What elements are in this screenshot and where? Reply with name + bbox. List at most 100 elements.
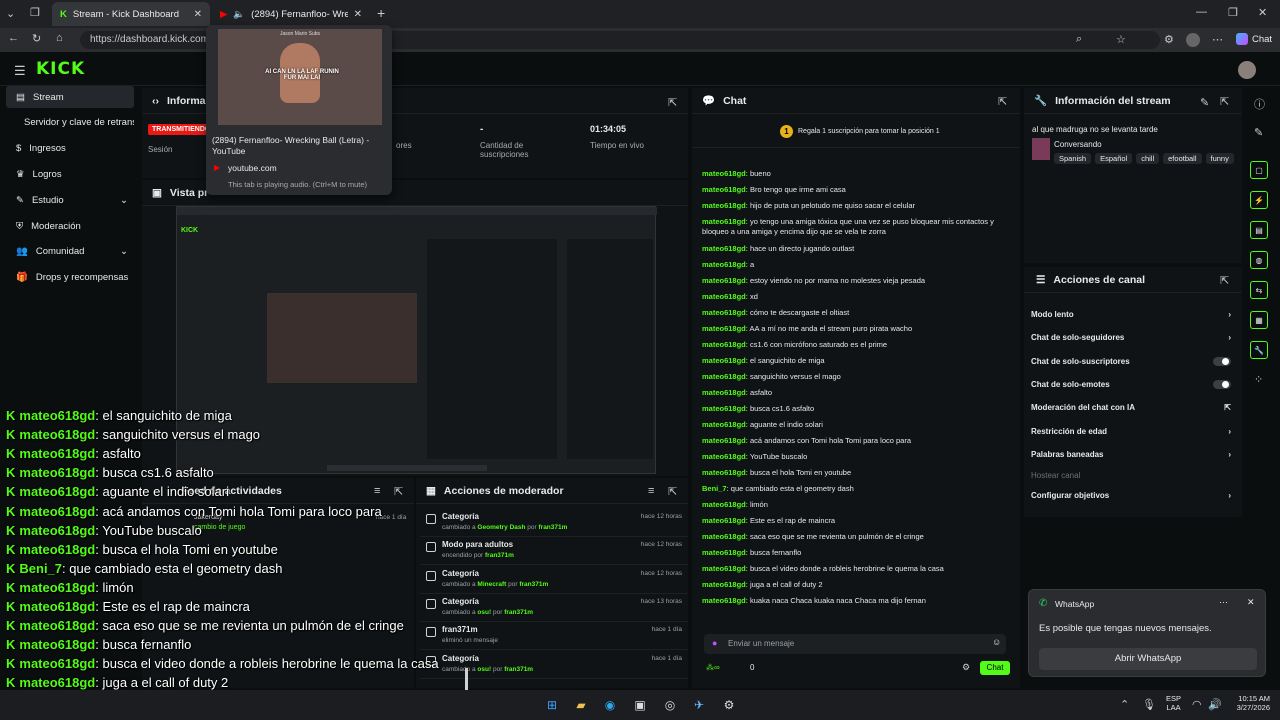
- chat-username[interactable]: mateo618gd: [702, 340, 746, 349]
- rail-button-5[interactable]: ⇆: [1250, 281, 1268, 299]
- tab-kick[interactable]: K Stream - Kick Dashboard ✕: [52, 2, 210, 26]
- chat-username[interactable]: mateo618gd: [702, 564, 746, 573]
- chat-message[interactable]: Beni_7: que cambiado esta el geometry da…: [702, 484, 1012, 494]
- chat-settings-icon[interactable]: ⚙: [962, 662, 970, 673]
- popout-icon[interactable]: ⇱: [1220, 274, 1229, 287]
- mod-action-row[interactable]: fran371m eliminó un mensaje hace 1 día: [420, 622, 688, 650]
- volume-icon[interactable]: 🔊: [1208, 698, 1222, 711]
- chat-username[interactable]: mateo618gd: [702, 372, 746, 381]
- language-indicator[interactable]: ESP LAA: [1166, 694, 1181, 712]
- channel-action-item[interactable]: Configurar objetivos ›: [1031, 491, 1231, 500]
- chat-username[interactable]: mateo618gd: [702, 420, 746, 429]
- chat-message[interactable]: mateo618gd: Bro tengo que irme ami casa: [702, 185, 1012, 195]
- chat-username[interactable]: mateo618gd: [702, 548, 746, 557]
- chat-message[interactable]: mateo618gd: estoy viendo no por mama no …: [702, 276, 1012, 286]
- open-whatsapp-button[interactable]: Abrir WhatsApp: [1039, 648, 1257, 670]
- chat-message[interactable]: mateo618gd: busca el hola Tomi en youtub…: [702, 468, 1012, 478]
- chat-input[interactable]: ● Enviar un mensaje ☺: [704, 634, 1006, 654]
- chat-username[interactable]: mateo618gd: [702, 308, 746, 317]
- chat-message[interactable]: mateo618gd: bueno: [702, 169, 1012, 179]
- steam-icon[interactable]: ✈: [689, 695, 709, 715]
- chat-message[interactable]: mateo618gd: limón: [702, 500, 1012, 510]
- sidebar-item-moderacion[interactable]: ⛨ Moderación: [6, 215, 134, 237]
- workspaces-icon[interactable]: ❐: [30, 6, 40, 19]
- send-chat-button[interactable]: Chat: [980, 661, 1010, 675]
- close-window-icon[interactable]: ✕: [1258, 6, 1267, 19]
- chat-username[interactable]: mateo618gd: [702, 244, 746, 253]
- toggle-switch[interactable]: [1213, 380, 1231, 389]
- rail-button-2[interactable]: ⚡: [1250, 191, 1268, 209]
- chat-username[interactable]: mateo618gd: [702, 201, 746, 210]
- popout-icon[interactable]: ⇱: [668, 96, 677, 109]
- hamburger-menu-icon[interactable]: ☰: [14, 63, 26, 79]
- points-icon[interactable]: ⁂∞: [706, 663, 720, 672]
- chat-username[interactable]: Beni_7: [702, 484, 727, 493]
- chat-message[interactable]: mateo618gd: aguante el indio solari: [702, 420, 1012, 430]
- reload-icon[interactable]: ↻: [32, 32, 41, 45]
- extensions-icon[interactable]: ⚙: [1164, 33, 1174, 46]
- channel-action-item[interactable]: Chat de solo-suscriptores: [1031, 357, 1231, 366]
- wifi-icon[interactable]: ◠: [1192, 698, 1202, 711]
- windows-start-icon[interactable]: ⊞: [542, 695, 562, 715]
- mod-action-row[interactable]: Categoría cambiado a Minecraft por fran37…: [420, 566, 688, 594]
- sidebar-item-stream[interactable]: ▤ Stream: [6, 86, 134, 108]
- chat-message[interactable]: mateo618gd: acá andamos con Tomi hola To…: [702, 436, 1012, 446]
- chat-message[interactable]: mateo618gd: a: [702, 260, 1012, 270]
- chat-message[interactable]: mateo618gd: hace un directo jugando outl…: [702, 244, 1012, 254]
- audio-icon[interactable]: 🔈: [233, 9, 245, 20]
- maximize-icon[interactable]: ❐: [1228, 6, 1238, 19]
- notification-close-icon[interactable]: ✕: [1247, 597, 1255, 608]
- mod-action-row[interactable]: Categoría cambiado a osu! por fran371m hac…: [420, 651, 688, 679]
- sidebar-item-ingresos[interactable]: $ Ingresos: [6, 137, 134, 159]
- chat-message[interactable]: mateo618gd: cómo te descargaste el oltia…: [702, 308, 1012, 318]
- channel-action-item[interactable]: Moderación del chat con IA ⇱: [1031, 403, 1231, 412]
- chat-username[interactable]: mateo618gd: [702, 468, 746, 477]
- channel-action-item[interactable]: Chat de solo-seguidores ›: [1031, 333, 1231, 342]
- chat-message[interactable]: mateo618gd: YouTube buscalo: [702, 452, 1012, 462]
- rail-button-6[interactable]: ▦: [1250, 311, 1268, 329]
- sidebar-item-comunidad[interactable]: 👥 Comunidad ⌄: [6, 240, 134, 262]
- copilot-chat-button[interactable]: Chat: [1236, 33, 1272, 45]
- chat-username[interactable]: mateo618gd: [702, 532, 746, 541]
- filter-icon[interactable]: ≡: [374, 485, 380, 497]
- favorite-icon[interactable]: ☆: [1116, 33, 1126, 46]
- channel-action-item[interactable]: Restricción de edad ›: [1031, 427, 1231, 436]
- chat-message[interactable]: mateo618gd: juga a el call of duty 2: [702, 580, 1012, 590]
- new-tab-icon[interactable]: +: [377, 5, 385, 21]
- chat-username[interactable]: mateo618gd: [702, 185, 746, 194]
- close-tab-icon[interactable]: ✕: [354, 9, 362, 20]
- chat-message[interactable]: mateo618gd: busca el video donde a roble…: [702, 564, 1012, 574]
- sidebar-item-logros[interactable]: ♛ Logros: [6, 163, 134, 185]
- popout-icon[interactable]: ⇱: [1220, 95, 1229, 108]
- chat-username[interactable]: mateo618gd: [702, 452, 746, 461]
- sidebar-item-drops[interactable]: 🎁 Drops y recompensas: [6, 266, 134, 288]
- sidebar-item-estudio[interactable]: ✎ Estudio ⌄: [6, 189, 134, 211]
- chat-username[interactable]: mateo618gd: [702, 324, 746, 333]
- chat-username[interactable]: mateo618gd: [702, 436, 746, 445]
- tab-menu-icon[interactable]: ⌄: [6, 7, 15, 20]
- chat-message[interactable]: mateo618gd: xd: [702, 292, 1012, 302]
- profile-avatar[interactable]: [1186, 33, 1200, 47]
- more-menu-icon[interactable]: ⋯: [1212, 33, 1223, 46]
- chat-username[interactable]: mateo618gd: [702, 580, 746, 589]
- pencil-icon[interactable]: ✎: [1254, 126, 1263, 139]
- home-icon[interactable]: ⌂: [56, 32, 63, 44]
- file-explorer-icon[interactable]: ▰: [571, 695, 591, 715]
- rail-button-4[interactable]: ◍: [1250, 251, 1268, 269]
- mod-action-row[interactable]: Categoría cambiado a osu! por fran371m hac…: [420, 594, 688, 622]
- chat-message[interactable]: mateo618gd: busca cs1.6 asfalto: [702, 404, 1012, 414]
- popout-icon[interactable]: ⇱: [998, 95, 1007, 108]
- chat-message[interactable]: mateo618gd: yo tengo una amiga tóxica qu…: [702, 217, 1012, 237]
- filter-icon[interactable]: ≡: [648, 485, 654, 497]
- chat-message[interactable]: mateo618gd: cs1.6 con micrófono saturado…: [702, 340, 1012, 350]
- chat-username[interactable]: mateo618gd: [702, 217, 746, 226]
- close-tab-icon[interactable]: ✕: [194, 9, 202, 20]
- channel-action-item[interactable]: Chat de solo-emotes: [1031, 380, 1231, 389]
- toggle-switch[interactable]: [1213, 357, 1231, 366]
- mod-action-row[interactable]: Modo para adultos encendido por fran371m h…: [420, 537, 688, 565]
- rail-button-7[interactable]: 🔧: [1250, 341, 1268, 359]
- chat-username[interactable]: mateo618gd: [702, 356, 746, 365]
- edge-icon[interactable]: ◉: [600, 695, 620, 715]
- chat-message[interactable]: mateo618gd: kuaka naca Chaca kuaka naca …: [702, 596, 1012, 606]
- chat-username[interactable]: mateo618gd: [702, 276, 746, 285]
